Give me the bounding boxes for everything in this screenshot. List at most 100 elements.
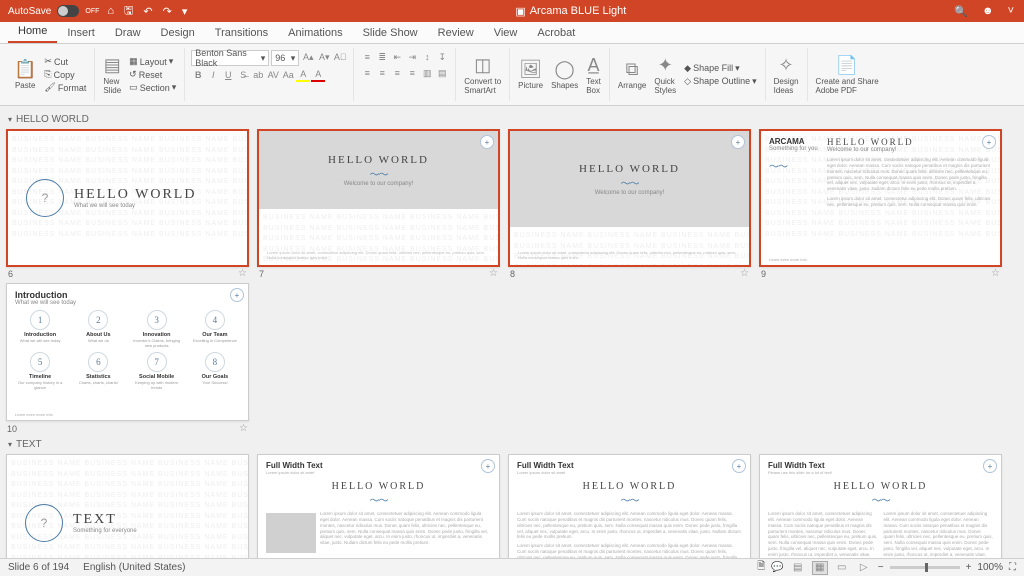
- tab-design[interactable]: Design: [151, 23, 205, 43]
- normal-view-button[interactable]: ▤: [790, 561, 806, 575]
- tab-slideshow[interactable]: Slide Show: [353, 23, 428, 43]
- comments-button[interactable]: 💬: [771, 562, 783, 573]
- slide-counter[interactable]: Slide 6 of 194: [8, 562, 69, 573]
- search-icon[interactable]: 🔍: [952, 5, 970, 18]
- animation-indicator-icon[interactable]: ☆: [740, 268, 749, 279]
- animation-indicator-icon[interactable]: ☆: [239, 423, 248, 434]
- slide-13[interactable]: Full Width Text Lorem ipsum dolor sit am…: [508, 454, 751, 558]
- strike-button[interactable]: S̶: [236, 68, 250, 82]
- section-text[interactable]: TEXT: [6, 435, 1018, 454]
- align-left-button[interactable]: ≡: [360, 66, 374, 80]
- slide-10[interactable]: Introduction What we will see today 1Int…: [6, 283, 249, 421]
- slide-expand-icon[interactable]: +: [480, 135, 494, 149]
- reset-button[interactable]: ↺Reset: [127, 68, 178, 81]
- convert-smartart-button[interactable]: ◫Convert to SmartArt: [462, 53, 503, 97]
- zoom-in-button[interactable]: +: [966, 562, 972, 573]
- tab-insert[interactable]: Insert: [57, 23, 105, 43]
- language-status[interactable]: English (United States): [83, 562, 185, 573]
- animation-indicator-icon[interactable]: ☆: [991, 268, 1000, 279]
- slide-8[interactable]: HELLO WORLD ～～ Welcome to our company! B…: [508, 129, 751, 267]
- font-color-button[interactable]: A: [311, 68, 325, 82]
- font-name-combo[interactable]: Benton Sans Black ▾: [191, 50, 269, 66]
- slide-6[interactable]: BUSINESS NAME BUSINESS NAME BUSINESS NAM…: [6, 129, 249, 267]
- bullets-button[interactable]: ≡: [360, 50, 374, 64]
- account-icon[interactable]: ☻: [980, 5, 996, 18]
- line-spacing-button[interactable]: ↕: [420, 50, 434, 64]
- section-hello-world[interactable]: HELLO WORLD: [6, 110, 1018, 129]
- spacing-button[interactable]: AV: [266, 68, 280, 82]
- align-center-button[interactable]: ≡: [375, 66, 389, 80]
- reading-view-button[interactable]: ▭: [834, 561, 850, 575]
- picture-button[interactable]: 🖼Picture: [516, 57, 545, 92]
- indent-inc-button[interactable]: ⇥: [405, 50, 419, 64]
- text-direction-button[interactable]: ↧: [435, 50, 449, 64]
- align-right-button[interactable]: ≡: [390, 66, 404, 80]
- save-icon[interactable]: 🖫: [122, 2, 135, 21]
- italic-button[interactable]: I: [206, 68, 220, 82]
- tab-home[interactable]: Home: [8, 21, 57, 43]
- format-painter-button[interactable]: 🖌Format: [42, 81, 88, 94]
- grow-font-button[interactable]: A▴: [301, 50, 315, 64]
- adobe-pdf-button[interactable]: 📄Create and Share Adobe PDF: [814, 53, 881, 97]
- underline-button[interactable]: U: [221, 68, 235, 82]
- design-ideas-button[interactable]: ✧Design Ideas: [772, 53, 801, 97]
- tab-transitions[interactable]: Transitions: [205, 23, 278, 43]
- lorem-text: Lorem ipsum dolor sit amet, consectetuer…: [517, 543, 742, 558]
- bold-button[interactable]: B: [191, 68, 205, 82]
- numbering-button[interactable]: ≣: [375, 50, 389, 64]
- autosave-toggle[interactable]: [57, 5, 79, 17]
- slide-expand-icon[interactable]: +: [731, 135, 745, 149]
- slideshow-view-button[interactable]: ▷: [856, 561, 872, 575]
- indent-dec-button[interactable]: ⇤: [390, 50, 404, 64]
- ribbon-options-icon[interactable]: ˅: [1006, 5, 1016, 18]
- tab-view[interactable]: View: [484, 23, 528, 43]
- tab-review[interactable]: Review: [428, 23, 484, 43]
- slide-9[interactable]: BUSINESS NAME BUSINESS NAME BUSINESS NAM…: [759, 129, 1002, 267]
- slide-12[interactable]: Full Width Text Lorem ipsum dolor sit am…: [257, 454, 500, 558]
- font-size-combo[interactable]: 96 ▾: [271, 50, 299, 66]
- slide-7[interactable]: HELLO WORLD ～～ Welcome to our company! B…: [257, 129, 500, 267]
- fit-window-button[interactable]: ⛶: [1009, 562, 1016, 573]
- slide-expand-icon[interactable]: +: [732, 459, 746, 473]
- columns-button[interactable]: ▥: [420, 66, 434, 80]
- slide-expand-icon[interactable]: +: [230, 288, 244, 302]
- slide-14[interactable]: Full Width Text Please use this slide fo…: [759, 454, 1002, 558]
- textbox-button[interactable]: A̲Text Box: [584, 53, 603, 97]
- redo-icon[interactable]: ↷: [161, 5, 174, 18]
- shape-outline-button[interactable]: ◇Shape Outline ▾: [682, 75, 759, 88]
- slide-11[interactable]: BUSINESS NAME BUSINESS NAME BUSINESS NAM…: [6, 454, 249, 558]
- copy-button[interactable]: ⎘Copy: [42, 68, 88, 81]
- clear-format-button[interactable]: A⃠: [333, 50, 347, 64]
- home-icon[interactable]: ⌂: [105, 5, 116, 17]
- slide-expand-icon[interactable]: +: [481, 459, 495, 473]
- shrink-font-button[interactable]: A▾: [317, 50, 331, 64]
- tab-animations[interactable]: Animations: [278, 23, 352, 43]
- shadow-button[interactable]: ab: [251, 68, 265, 82]
- undo-icon[interactable]: ↶: [141, 5, 154, 18]
- animation-indicator-icon[interactable]: ☆: [489, 268, 498, 279]
- zoom-level[interactable]: 100%: [977, 562, 1003, 573]
- cut-button[interactable]: ✂Cut: [42, 55, 88, 68]
- tab-draw[interactable]: Draw: [105, 23, 151, 43]
- sorter-view-button[interactable]: ▦: [812, 561, 828, 575]
- layout-button[interactable]: ▦Layout ▾: [127, 55, 178, 68]
- animation-indicator-icon[interactable]: ☆: [238, 268, 247, 279]
- new-slide-button[interactable]: ▤New Slide: [101, 53, 123, 97]
- zoom-slider[interactable]: [890, 566, 960, 569]
- highlight-button[interactable]: A: [296, 68, 310, 82]
- qat-dropdown-icon[interactable]: ▾: [180, 5, 190, 18]
- section-button[interactable]: ▭Section ▾: [127, 81, 178, 94]
- paste-button[interactable]: 📋Paste: [12, 57, 38, 92]
- tab-acrobat[interactable]: Acrobat: [527, 23, 585, 43]
- shapes-button[interactable]: ◯Shapes: [549, 57, 580, 92]
- shape-fill-button[interactable]: ◆Shape Fill ▾: [682, 62, 759, 75]
- slide-expand-icon[interactable]: +: [983, 459, 997, 473]
- case-button[interactable]: Aa: [281, 68, 295, 82]
- justify-button[interactable]: ≡: [405, 66, 419, 80]
- align-text-button[interactable]: ▤: [435, 66, 449, 80]
- notes-button[interactable]: 🗎: [757, 559, 765, 576]
- arrange-button[interactable]: ⧉Arrange: [616, 57, 648, 92]
- quick-styles-button[interactable]: ✦Quick Styles: [652, 53, 678, 97]
- zoom-out-button[interactable]: −: [878, 562, 884, 573]
- slide-sorter-view[interactable]: HELLO WORLD BUSINESS NAME BUSINESS NAME …: [0, 106, 1024, 558]
